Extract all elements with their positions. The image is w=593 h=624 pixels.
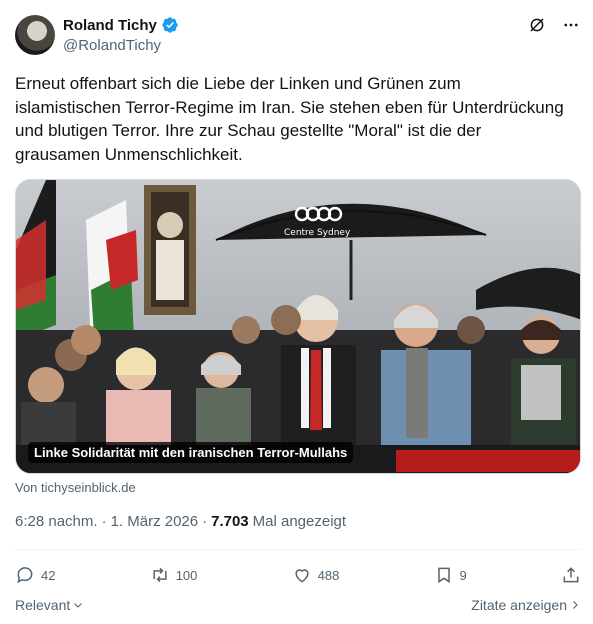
like-button[interactable]: 488 [292, 565, 340, 585]
author-name-row: Roland Tichy [63, 16, 179, 34]
author-handle[interactable]: @RolandTichy [63, 37, 161, 54]
chevron-right-icon [573, 601, 578, 609]
reply-icon [17, 567, 33, 584]
bookmark-icon [437, 567, 450, 584]
share-button[interactable] [561, 565, 581, 585]
tweet-header: Roland Tichy @RolandTichy [15, 13, 581, 57]
bookmark-count: 9 [459, 567, 467, 583]
view-count: 7.703 [211, 513, 249, 530]
replies-footer: Relevant Zitate anzeigen [15, 597, 581, 613]
tweet-meta: 6:28 nachm. · 1. März 2026 · 7.703 Mal a… [15, 513, 346, 530]
sort-relevant-dropdown[interactable]: Relevant [15, 597, 84, 613]
header-actions [527, 15, 581, 35]
like-count: 488 [317, 567, 340, 583]
reply-count: 42 [41, 567, 56, 583]
action-bar: 42 100 488 9 [15, 562, 581, 588]
share-icon [563, 567, 579, 583]
grok-icon[interactable] [527, 15, 547, 35]
media-caption: Linke Solidarität mit den iranischen Ter… [28, 442, 354, 463]
protest-photo: Centre Sydney [16, 180, 580, 473]
author-name[interactable]: Roland Tichy [63, 17, 157, 34]
verified-badge-icon[interactable] [161, 16, 179, 34]
tweet-date[interactable]: 1. März 2026 [111, 513, 199, 530]
view-quotes-link[interactable]: Zitate anzeigen [471, 597, 581, 613]
bookmark-button[interactable]: 9 [434, 565, 467, 585]
view-label: Mal angezeigt [252, 513, 347, 530]
card-source[interactable]: Von tichyseinblick.de [15, 480, 136, 495]
chevron-down-icon [74, 603, 83, 608]
repost-count: 100 [175, 567, 198, 583]
tweet-media-image[interactable]: Centre Sydney Linke Solidarität mit den … [15, 179, 581, 474]
tweet-text: Erneut offenbart sich die Liebe der Link… [15, 74, 564, 164]
quotes-label: Zitate anzeigen [471, 597, 567, 613]
more-options-icon[interactable] [561, 15, 581, 35]
umbrella-text: Centre Sydney [284, 228, 351, 238]
reply-button[interactable]: 42 [15, 565, 55, 585]
repost-button[interactable]: 100 [150, 565, 198, 585]
meta-separator: · [202, 513, 208, 530]
meta-separator: · [101, 513, 107, 530]
repost-icon [153, 567, 167, 583]
tweet-time[interactable]: 6:28 nachm. [15, 513, 98, 530]
sort-label: Relevant [15, 597, 71, 613]
divider [15, 549, 581, 550]
heart-icon [295, 569, 309, 583]
avatar[interactable] [15, 15, 55, 55]
